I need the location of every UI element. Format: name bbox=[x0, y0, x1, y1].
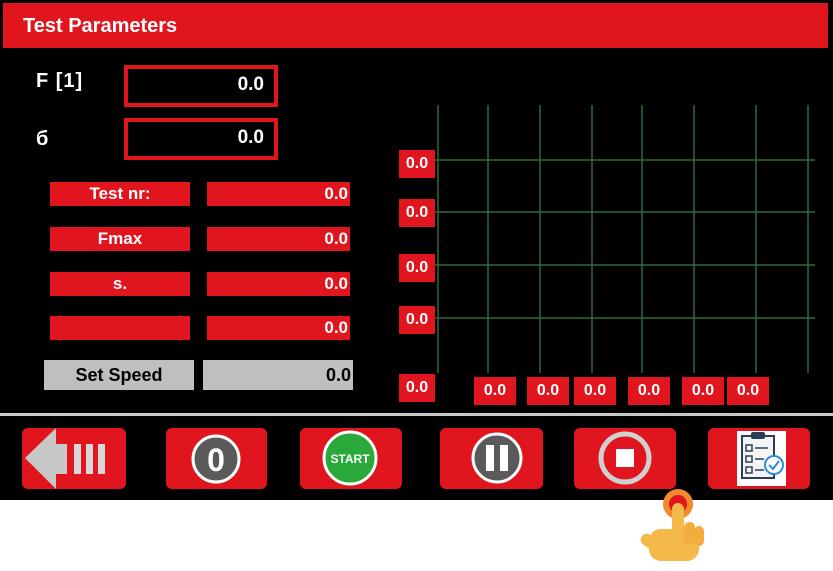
start-button[interactable]: START bbox=[300, 428, 402, 489]
set-speed-label[interactable]: Set Speed bbox=[44, 360, 194, 390]
s-label: s. bbox=[50, 272, 190, 296]
stress-readout: 0.0 bbox=[124, 118, 278, 160]
x-tick-label: 0.0 bbox=[474, 377, 516, 405]
x-tick-label: 0.0 bbox=[527, 377, 569, 405]
test-nr-value[interactable]: 0.0 bbox=[207, 182, 350, 206]
zero-button[interactable]: 0 bbox=[166, 428, 267, 489]
stop-icon bbox=[598, 431, 652, 485]
zero-icon: 0 bbox=[191, 434, 241, 484]
y-tick-label: 0.0 bbox=[399, 254, 435, 282]
pause-icon bbox=[471, 432, 523, 484]
force-value: 0.0 bbox=[237, 74, 264, 95]
fmax-value[interactable]: 0.0 bbox=[207, 227, 350, 251]
force-label: F [1] bbox=[36, 70, 84, 92]
blank-label bbox=[50, 316, 190, 340]
start-text: START bbox=[330, 452, 370, 466]
stop-button[interactable] bbox=[574, 428, 676, 489]
force-graph bbox=[430, 105, 815, 373]
report-button[interactable] bbox=[708, 428, 810, 489]
test-nr-label: Test nr: bbox=[50, 182, 190, 206]
title-bar: Test Parameters bbox=[3, 3, 828, 48]
blank-value[interactable]: 0.0 bbox=[207, 316, 350, 340]
fmax-label: Fmax bbox=[50, 227, 190, 251]
s-value[interactable]: 0.0 bbox=[207, 272, 350, 296]
force-readout: 0.0 bbox=[124, 65, 278, 107]
y-tick-label: 0.0 bbox=[399, 306, 435, 334]
start-icon: START bbox=[322, 430, 378, 486]
toolbar-separator bbox=[0, 413, 833, 416]
set-speed-value[interactable]: 0.0 bbox=[203, 360, 353, 390]
origin-label: 0.0 bbox=[399, 374, 435, 402]
stress-label: б bbox=[36, 128, 50, 150]
stress-value: 0.0 bbox=[237, 127, 264, 148]
y-tick-label: 0.0 bbox=[399, 199, 435, 227]
x-tick-label: 0.0 bbox=[574, 377, 616, 405]
back-arrow-icon bbox=[25, 428, 105, 489]
clipboard-checklist-icon bbox=[737, 431, 786, 486]
y-tick-label: 0.0 bbox=[399, 150, 435, 178]
back-button[interactable] bbox=[22, 428, 126, 489]
x-tick-label: 0.0 bbox=[628, 377, 670, 405]
zero-text: 0 bbox=[207, 442, 225, 478]
pause-button[interactable] bbox=[440, 428, 543, 489]
x-tick-label: 0.0 bbox=[727, 377, 769, 405]
graph-gridlines bbox=[430, 105, 815, 373]
x-tick-label: 0.0 bbox=[682, 377, 724, 405]
hmi-screen: Test Parameters F [1] 0.0 б 0.0 Test nr:… bbox=[0, 0, 833, 500]
tap-hand-icon bbox=[640, 489, 704, 561]
window-title: Test Parameters bbox=[23, 15, 178, 37]
